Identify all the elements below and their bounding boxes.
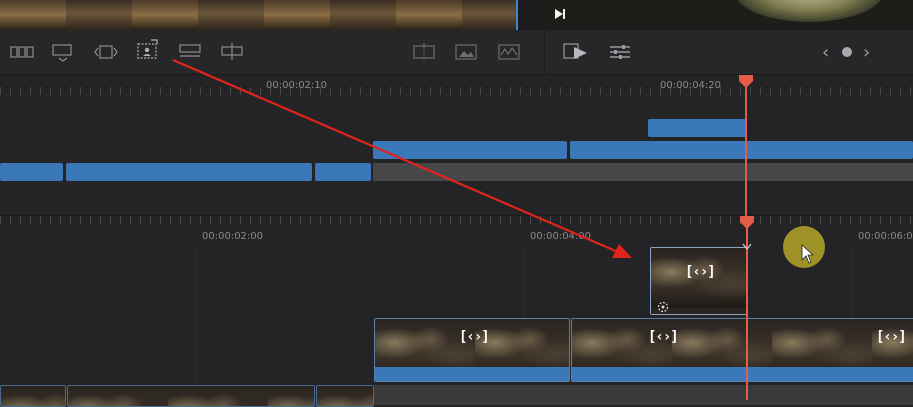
annotation-arrow bbox=[172, 58, 632, 258]
mouse-pointer-icon bbox=[801, 244, 815, 264]
